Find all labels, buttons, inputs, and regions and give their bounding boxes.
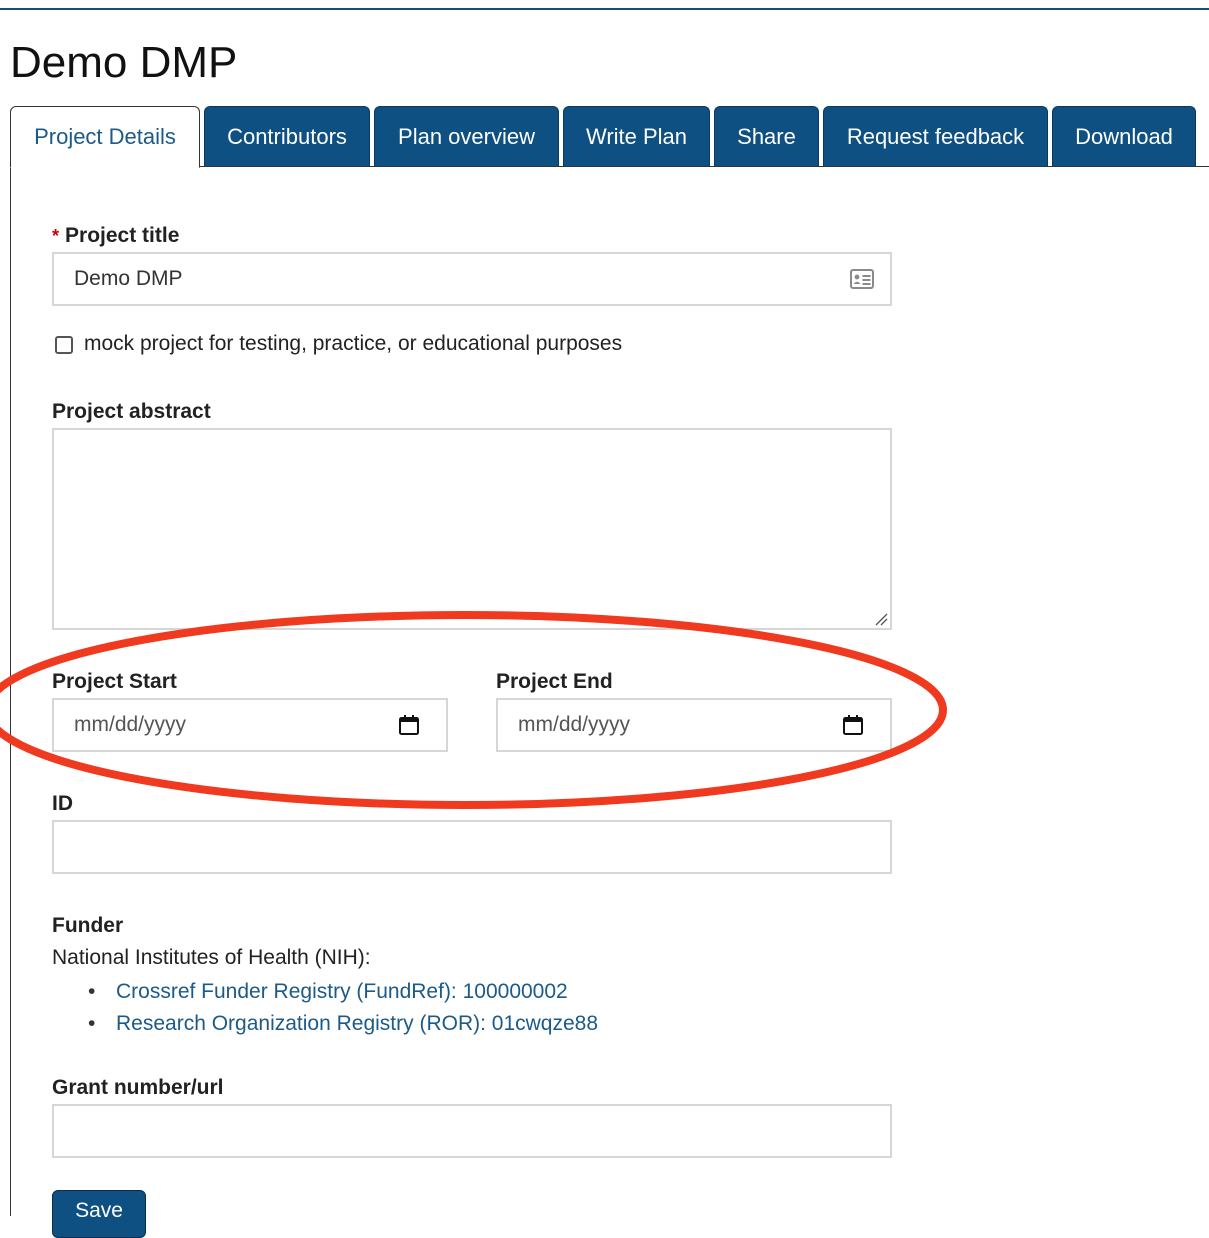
project-start-label: Project Start (52, 670, 177, 693)
tab-plan-overview[interactable]: Plan overview (374, 106, 559, 167)
mock-project-label: mock project for testing, practice, or e… (84, 332, 623, 355)
fundref-link[interactable]: Crossref Funder Registry (FundRef): 1000… (116, 980, 568, 1003)
project-abstract-label: Project abstract (52, 400, 211, 423)
panel-border (10, 166, 11, 1216)
contact-card-icon (850, 269, 874, 289)
top-divider (0, 8, 1209, 10)
project-end-placeholder: mm/dd/yyyy (518, 713, 631, 736)
tab-share[interactable]: Share (714, 106, 819, 167)
tab-project-details[interactable]: Project Details (10, 106, 200, 168)
project-abstract-textarea[interactable] (52, 428, 892, 630)
tab-request-feedback[interactable]: Request feedback (823, 106, 1048, 167)
project-end-date-input[interactable]: mm/dd/yyyy (496, 698, 892, 752)
calendar-icon[interactable] (398, 714, 420, 736)
project-title-value: Demo DMP (74, 267, 183, 290)
funder-label: Funder (52, 914, 124, 937)
list-item: Crossref Funder Registry (FundRef): 1000… (88, 978, 598, 1010)
project-end-label: Project End (496, 670, 613, 693)
tab-write-plan[interactable]: Write Plan (563, 106, 710, 167)
project-start-placeholder: mm/dd/yyyy (74, 713, 187, 736)
grant-input[interactable] (52, 1104, 892, 1158)
mock-project-checkbox[interactable] (55, 336, 73, 354)
save-button[interactable]: Save (52, 1190, 146, 1238)
funder-name: National Institutes of Health (NIH): (52, 946, 371, 969)
page-title: Demo DMP (10, 38, 238, 87)
project-title-label: * Project title (52, 224, 179, 248)
tab-contributors[interactable]: Contributors (204, 106, 370, 167)
required-marker: * (52, 226, 60, 246)
list-item: Research Organization Registry (ROR): 01… (88, 1010, 598, 1042)
resize-handle-icon[interactable] (874, 612, 888, 626)
calendar-icon[interactable] (842, 714, 864, 736)
project-title-label-text: Project title (65, 224, 180, 247)
grant-label: Grant number/url (52, 1076, 224, 1099)
tab-download[interactable]: Download (1052, 106, 1196, 167)
id-input[interactable] (52, 820, 892, 874)
ror-link[interactable]: Research Organization Registry (ROR): 01… (116, 1012, 598, 1035)
project-start-date-input[interactable]: mm/dd/yyyy (52, 698, 448, 752)
project-title-input[interactable]: Demo DMP (52, 252, 892, 306)
funder-identifier-list: Crossref Funder Registry (FundRef): 1000… (88, 978, 598, 1042)
id-label: ID (52, 792, 73, 815)
